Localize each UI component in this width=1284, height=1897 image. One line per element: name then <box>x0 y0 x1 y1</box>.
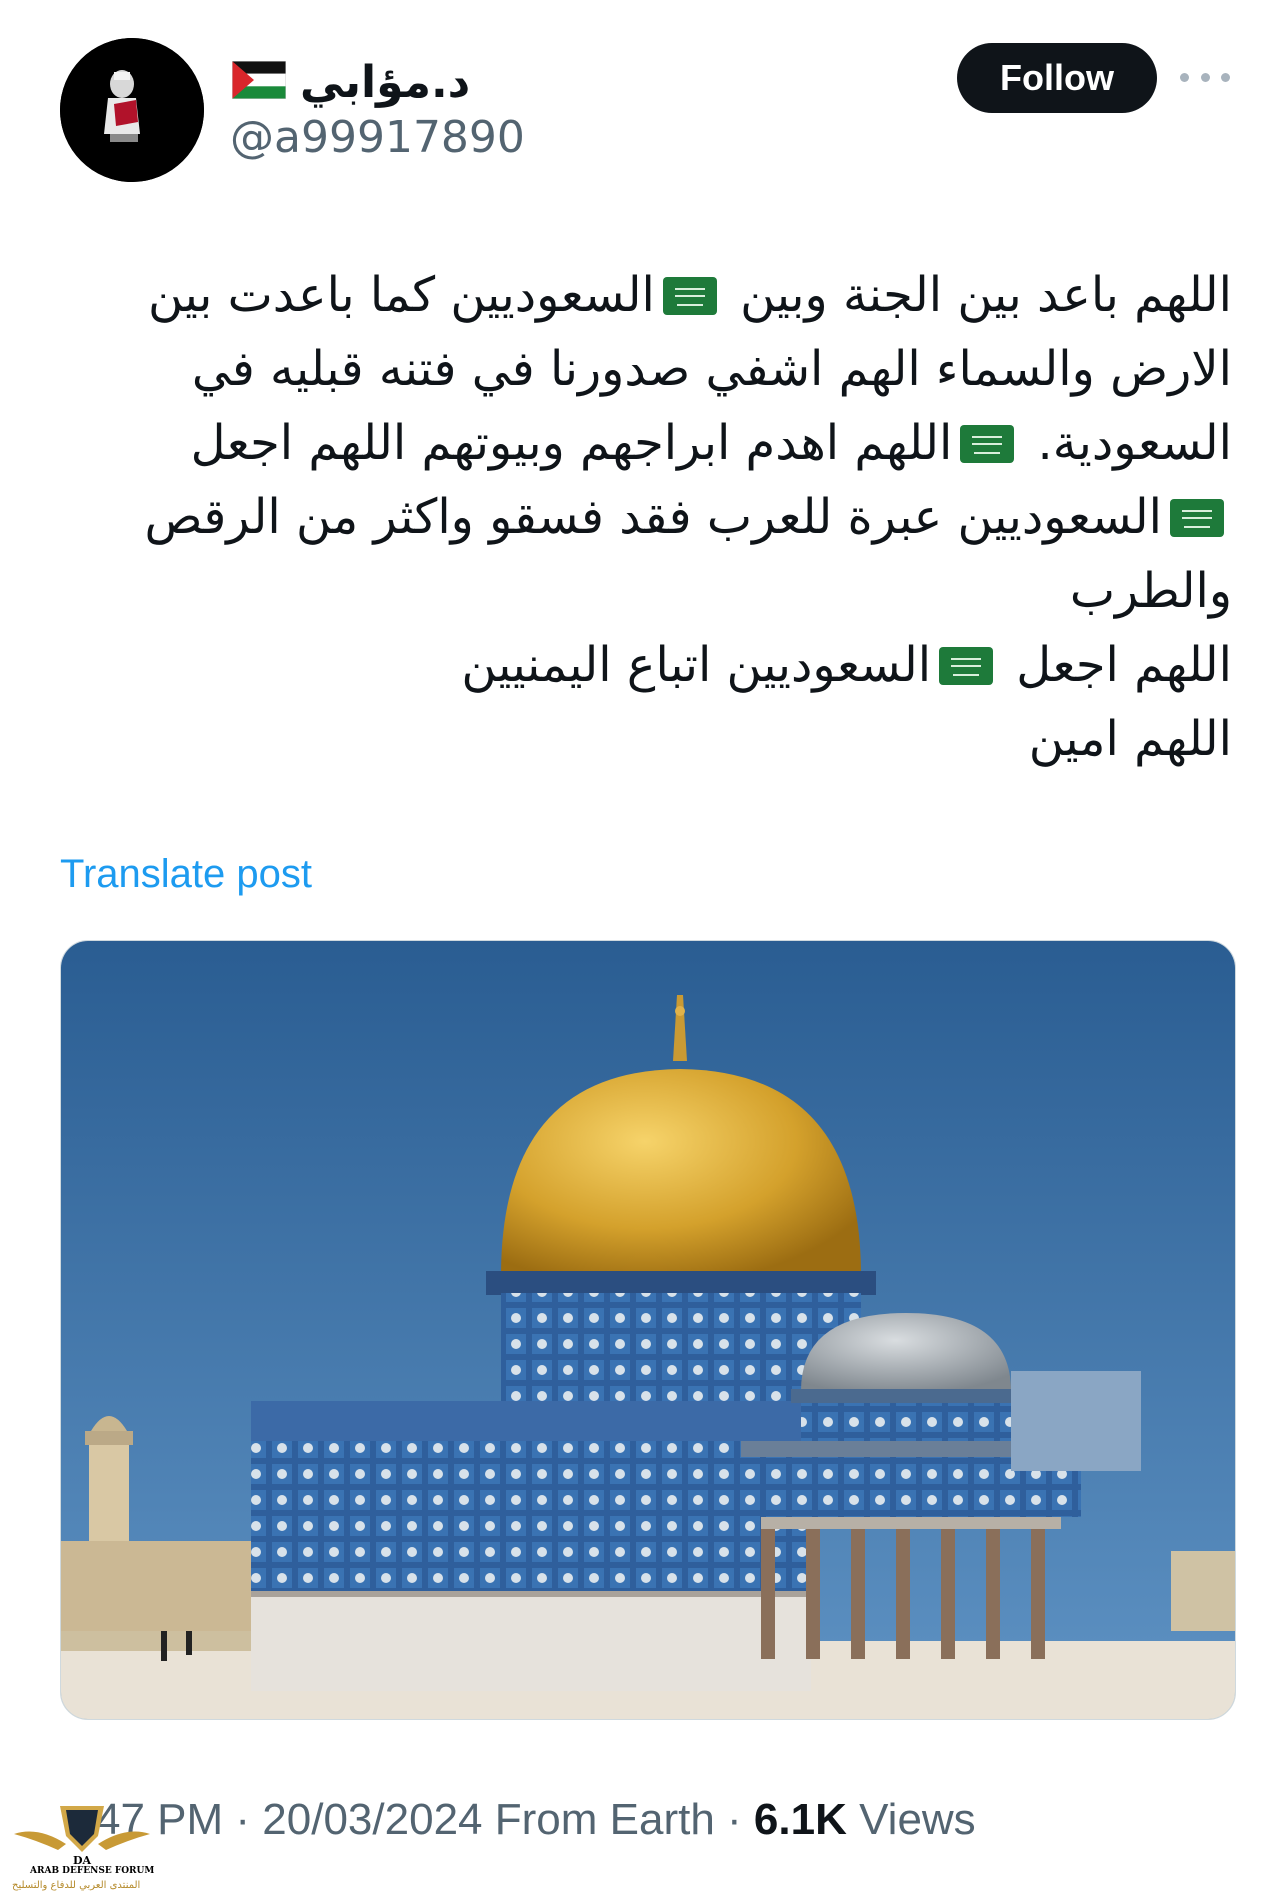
views-count[interactable]: 6.1K <box>754 1795 847 1844</box>
author-display-name: د.مؤابي <box>300 56 471 108</box>
watermark-title: ARAB DEFENSE FORUM <box>30 1866 155 1876</box>
post-media-image[interactable] <box>60 940 1236 1720</box>
avatar-image <box>60 38 204 182</box>
post-text-line: اللهم اجعل السعوديين اتباع اليمنيين <box>461 637 1232 693</box>
forum-watermark: DA ARAB DEFENSE FORUM المنتدى العربي للد… <box>8 1796 156 1896</box>
meta-separator: · <box>727 1795 742 1844</box>
meta-separator: · <box>235 1795 251 1844</box>
saudi-flag-icon <box>1170 499 1224 537</box>
translate-post-link[interactable]: Translate post <box>60 852 312 897</box>
watermark-initials: DA <box>73 1854 92 1866</box>
post-text: اللهم باعد بين الجنة وبين السعوديين كما … <box>80 258 1232 776</box>
post-text-line: اللهم امين <box>1028 711 1232 767</box>
post-text-line: الارض والسماء الهم اشفي صدورنا في فتنه ق… <box>191 341 1232 397</box>
saudi-flag-icon <box>939 647 994 685</box>
author-handle[interactable]: @a99917890 <box>230 112 525 163</box>
post-date[interactable]: 20/03/2024 <box>262 1795 482 1844</box>
author-avatar[interactable] <box>60 38 204 182</box>
palestine-flag-icon <box>231 60 287 103</box>
post-meta: 47 PM · 20/03/2024 From Earth · 6.1K Vie… <box>96 1795 976 1845</box>
post-text-line: اللهم باعد بين الجنة وبين السعوديين كما … <box>147 267 1232 323</box>
follow-button[interactable]: Follow <box>957 43 1157 113</box>
forum-logo-icon: DA <box>14 1806 150 1867</box>
author-display-name-row[interactable]: د.مؤابي <box>231 54 471 110</box>
saudi-flag-icon <box>960 425 1015 463</box>
watermark-subtitle: المنتدى العربي للدفاع والتسليح <box>12 1880 141 1891</box>
views-label: Views <box>859 1795 976 1844</box>
more-options-icon[interactable] <box>1180 62 1230 92</box>
post-text-line: السعودية. اللهم اهدم ابراجهم وبيوتهم الل… <box>190 415 1232 471</box>
dome-of-the-rock-photo <box>61 941 1235 1719</box>
saudi-flag-icon <box>662 277 717 315</box>
post-source: From Earth <box>494 1795 715 1844</box>
post-text-line: السعوديين عبرة للعرب فقد فسقو واكثر من ا… <box>80 480 1232 554</box>
post-text-line: والطرب <box>1069 563 1232 619</box>
